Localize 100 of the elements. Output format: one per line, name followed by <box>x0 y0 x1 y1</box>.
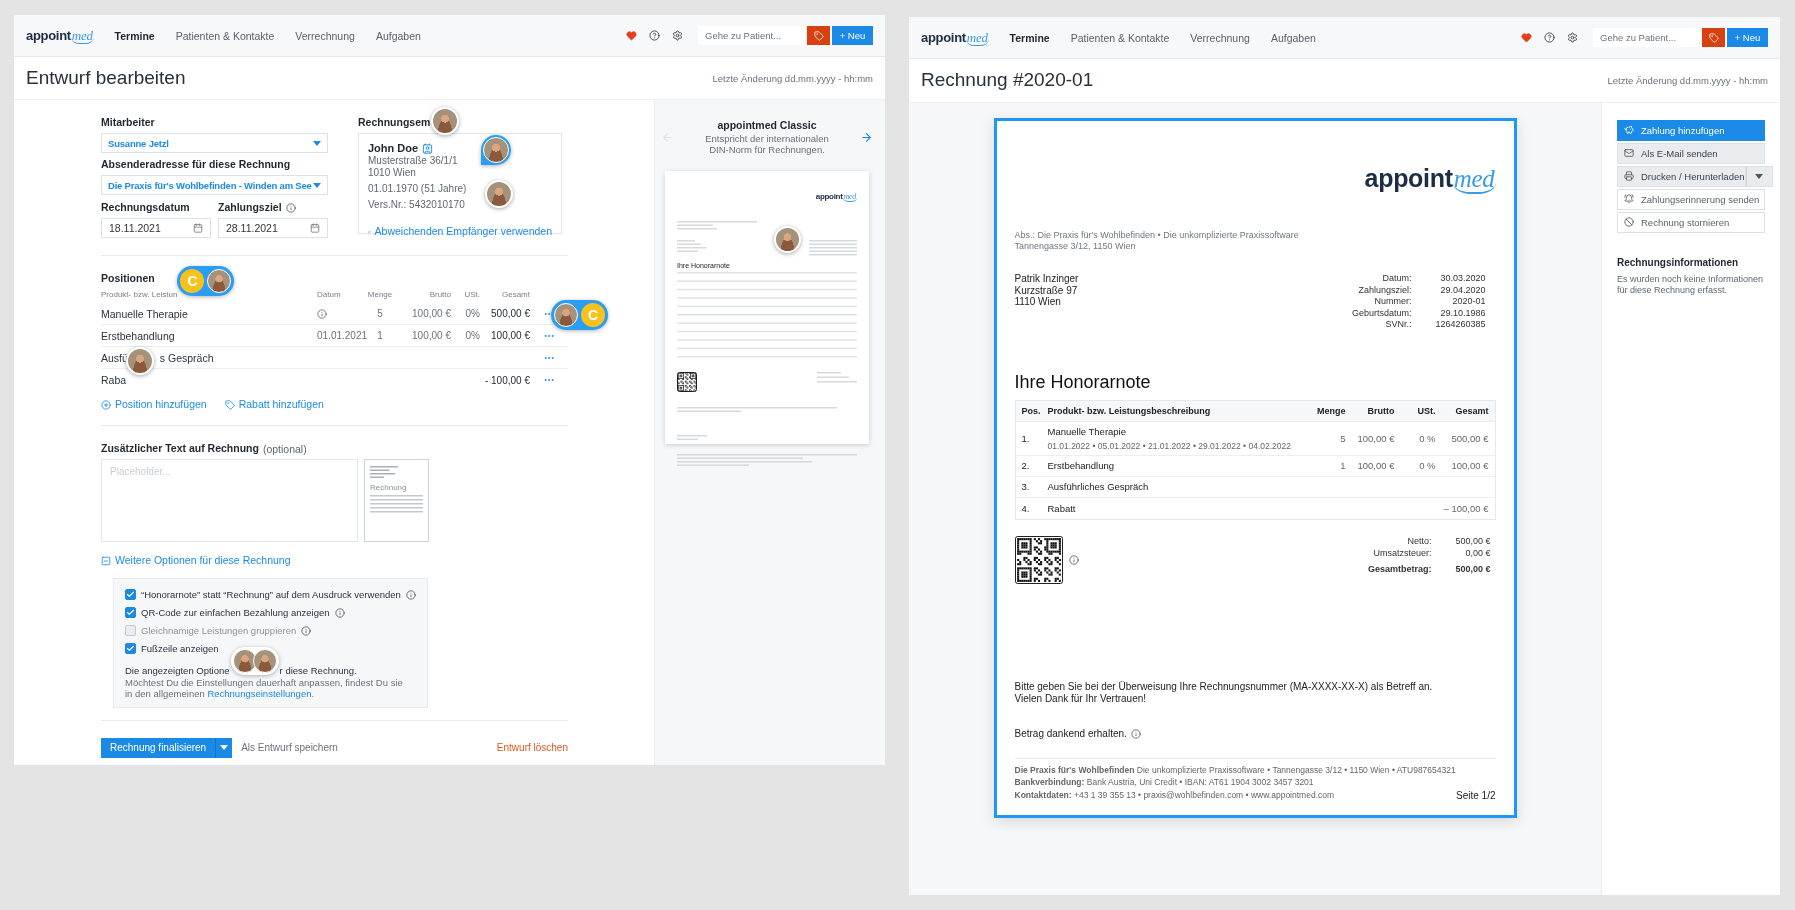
detail-label: Datum: <box>1381 273 1412 285</box>
logo[interactable]: appointmed <box>921 29 989 46</box>
new-button[interactable]: + Neu <box>832 26 873 45</box>
text-lines-drawing <box>677 434 707 442</box>
received-note: Betrag dankend erhalten. <box>1014 728 1127 740</box>
avatar <box>554 302 578 327</box>
checkbox[interactable] <box>125 607 136 618</box>
action-button[interactable]: Drucken / Herunterladen <box>1617 166 1746 187</box>
settings-icon[interactable] <box>672 30 683 41</box>
document-heading: Ihre Honorarnote <box>1014 370 1152 393</box>
nav-tab[interactable]: Aufgaben <box>1270 31 1316 44</box>
avatar <box>125 347 154 375</box>
column-header: Produkt- bzw. Leistun <box>101 289 178 299</box>
total-label: Gesamtbetrag: <box>1367 563 1432 575</box>
checkbox[interactable] <box>125 643 136 654</box>
table-cell-text: 500,00 € <box>1450 432 1489 444</box>
date-field[interactable]: 28.11.2021 <box>218 218 328 238</box>
recipient-line: Kurzstraße 97 <box>1014 284 1079 296</box>
info-icon[interactable] <box>334 607 345 618</box>
optional-hint: (optional) <box>262 442 307 455</box>
tag-button[interactable] <box>1702 28 1725 47</box>
invoice-document[interactable] <box>993 118 1517 818</box>
avatar <box>207 268 232 293</box>
finalize-button[interactable]: Rechnung finalisieren <box>101 737 216 758</box>
help-icon[interactable] <box>1544 32 1555 43</box>
more-options-toggle[interactable]: Weitere Optionen für diese Rechnung <box>101 554 291 567</box>
position-name: Manuelle Therapie <box>101 307 188 320</box>
info-icon[interactable] <box>1068 554 1079 565</box>
footer-line: Die Praxis für's Wohlbefinden Die unkomplizierte Praxissoftware • Tannengasse 3/12 • 1150 Wien • ATU987654321 <box>1014 764 1457 775</box>
position-name: Ausfü <box>101 351 128 364</box>
next-arrow-icon[interactable] <box>860 130 873 144</box>
action-button[interactable]: Als E-Mail senden <box>1617 143 1765 164</box>
date-field[interactable]: 18.11.2021 <box>101 218 211 238</box>
add-discount-link[interactable]: Rabatt hinzufügen <box>224 398 324 411</box>
info-icon[interactable] <box>285 202 296 213</box>
column-header: Gesamt <box>501 289 530 299</box>
help-icon[interactable] <box>649 30 660 41</box>
avatar <box>485 180 513 208</box>
settings-icon[interactable] <box>1567 32 1578 43</box>
table-cell-text: 0 % <box>1418 432 1436 444</box>
nav-tab[interactable]: Termine <box>114 29 155 42</box>
sender-line: Abs.: Die Praxis für's Wohlbefinden • Die unkomplizierte Praxissoftware <box>1014 230 1300 241</box>
sender-address-select[interactable]: Die Praxis für's Wohlbefinden - Winden am See <box>101 175 328 195</box>
table-cell-text: 5 <box>376 308 384 319</box>
action-button[interactable]: Rechnung stornieren <box>1617 212 1765 233</box>
address-lines-drawing <box>677 240 707 254</box>
field-label: Mitarbeiter <box>101 116 155 129</box>
nav-tab[interactable]: Verrechnung <box>295 29 355 42</box>
new-button[interactable]: + Neu <box>1727 28 1768 47</box>
recipient-name: John Doe <box>368 141 419 155</box>
settings-note: Möchtest Du die Einstellungen dauerhaft anpassen, findest Du sie in den allgemeinen Rechnungseinstellungen. <box>125 676 404 699</box>
action-button[interactable]: Zahlung hinzufügen <box>1617 120 1765 141</box>
table-cell-text: 2. <box>1021 460 1031 471</box>
field-label: Rechnungsdatum <box>101 201 190 214</box>
tag-button[interactable] <box>807 26 830 45</box>
insurance-number: Vers.Nr.: 5432010170 <box>368 199 466 211</box>
table-cell-text: Rabatt <box>1047 502 1077 514</box>
search-field[interactable]: Gehe zu Patient... <box>698 26 805 45</box>
info-icon[interactable] <box>1130 728 1141 739</box>
total-label: Netto: <box>1406 535 1432 547</box>
logo[interactable]: appointmed <box>1364 164 1496 192</box>
initial-badge: C <box>180 268 205 293</box>
add-position-link[interactable]: Position hinzufügen <box>101 398 207 411</box>
search-field[interactable]: Gehe zu Patient... <box>1593 28 1700 47</box>
nav-tab[interactable]: Patienten & Kontakte <box>1070 31 1170 44</box>
total-value: 0,00 € <box>1464 548 1491 560</box>
table-cell-text: 500,00 € <box>490 308 530 319</box>
employee-select[interactable]: Susanne Jetzl <box>101 133 328 153</box>
template-description: Entspricht der internationalen DIN-Norm für Rechnungen. <box>704 133 830 155</box>
footer-line: Bankverbindung: Bank Austria, Uni Credit • IBAN: AT61 1904 3002 3457 3201 <box>1014 777 1315 788</box>
mail-icon <box>1624 148 1634 159</box>
alternative-recipient-link[interactable]: Abweichenden Empfänger verwenden <box>368 225 552 238</box>
detail-value: 1264260385 <box>1435 319 1486 331</box>
nav-tab[interactable]: Patienten & Kontakte <box>175 29 275 42</box>
nav-tab[interactable]: Verrechnung <box>1190 31 1250 44</box>
logo[interactable]: appointmed <box>815 192 857 202</box>
info-icon[interactable] <box>405 589 416 600</box>
options-note: Die angezeigten Optione <box>125 664 230 676</box>
save-draft-button[interactable]: Als Entwurf speichern <box>241 742 338 753</box>
contact-card-icon[interactable] <box>422 142 434 154</box>
checkbox[interactable] <box>125 589 136 600</box>
detail-value: 29.04.2020 <box>1439 284 1486 296</box>
heart-icon[interactable] <box>626 30 637 41</box>
delete-draft-button[interactable]: Entwurf löschen <box>496 742 568 753</box>
table-cell-text: 100,00 € <box>411 308 451 319</box>
layout-thumbnail[interactable]: Rechnung <box>364 459 429 542</box>
field-label: Rechnungsem <box>358 116 431 129</box>
service-dates: 01.01.2022 • 05.01.2022 • 21.01.2022 • 29.01.2022 • 04.02.2022 <box>1047 440 1292 451</box>
column-header: USt. <box>463 289 480 299</box>
nav-tab[interactable]: Aufgaben <box>375 29 421 42</box>
dropdown-button[interactable] <box>215 737 233 758</box>
detail-value: 2020-01 <box>1451 296 1486 308</box>
heart-icon[interactable] <box>1521 32 1532 43</box>
info-icon[interactable] <box>317 308 327 319</box>
caret-icon <box>313 182 321 188</box>
logo[interactable]: appointmed <box>26 27 94 44</box>
action-button[interactable]: Zahlungserinnerung senden <box>1617 189 1765 210</box>
nav-tab[interactable]: Termine <box>1009 31 1050 44</box>
collapse-icon <box>101 555 111 566</box>
last-modified-text: Letzte Änderung dd.mm.yyyy - hh:mm <box>712 72 873 84</box>
